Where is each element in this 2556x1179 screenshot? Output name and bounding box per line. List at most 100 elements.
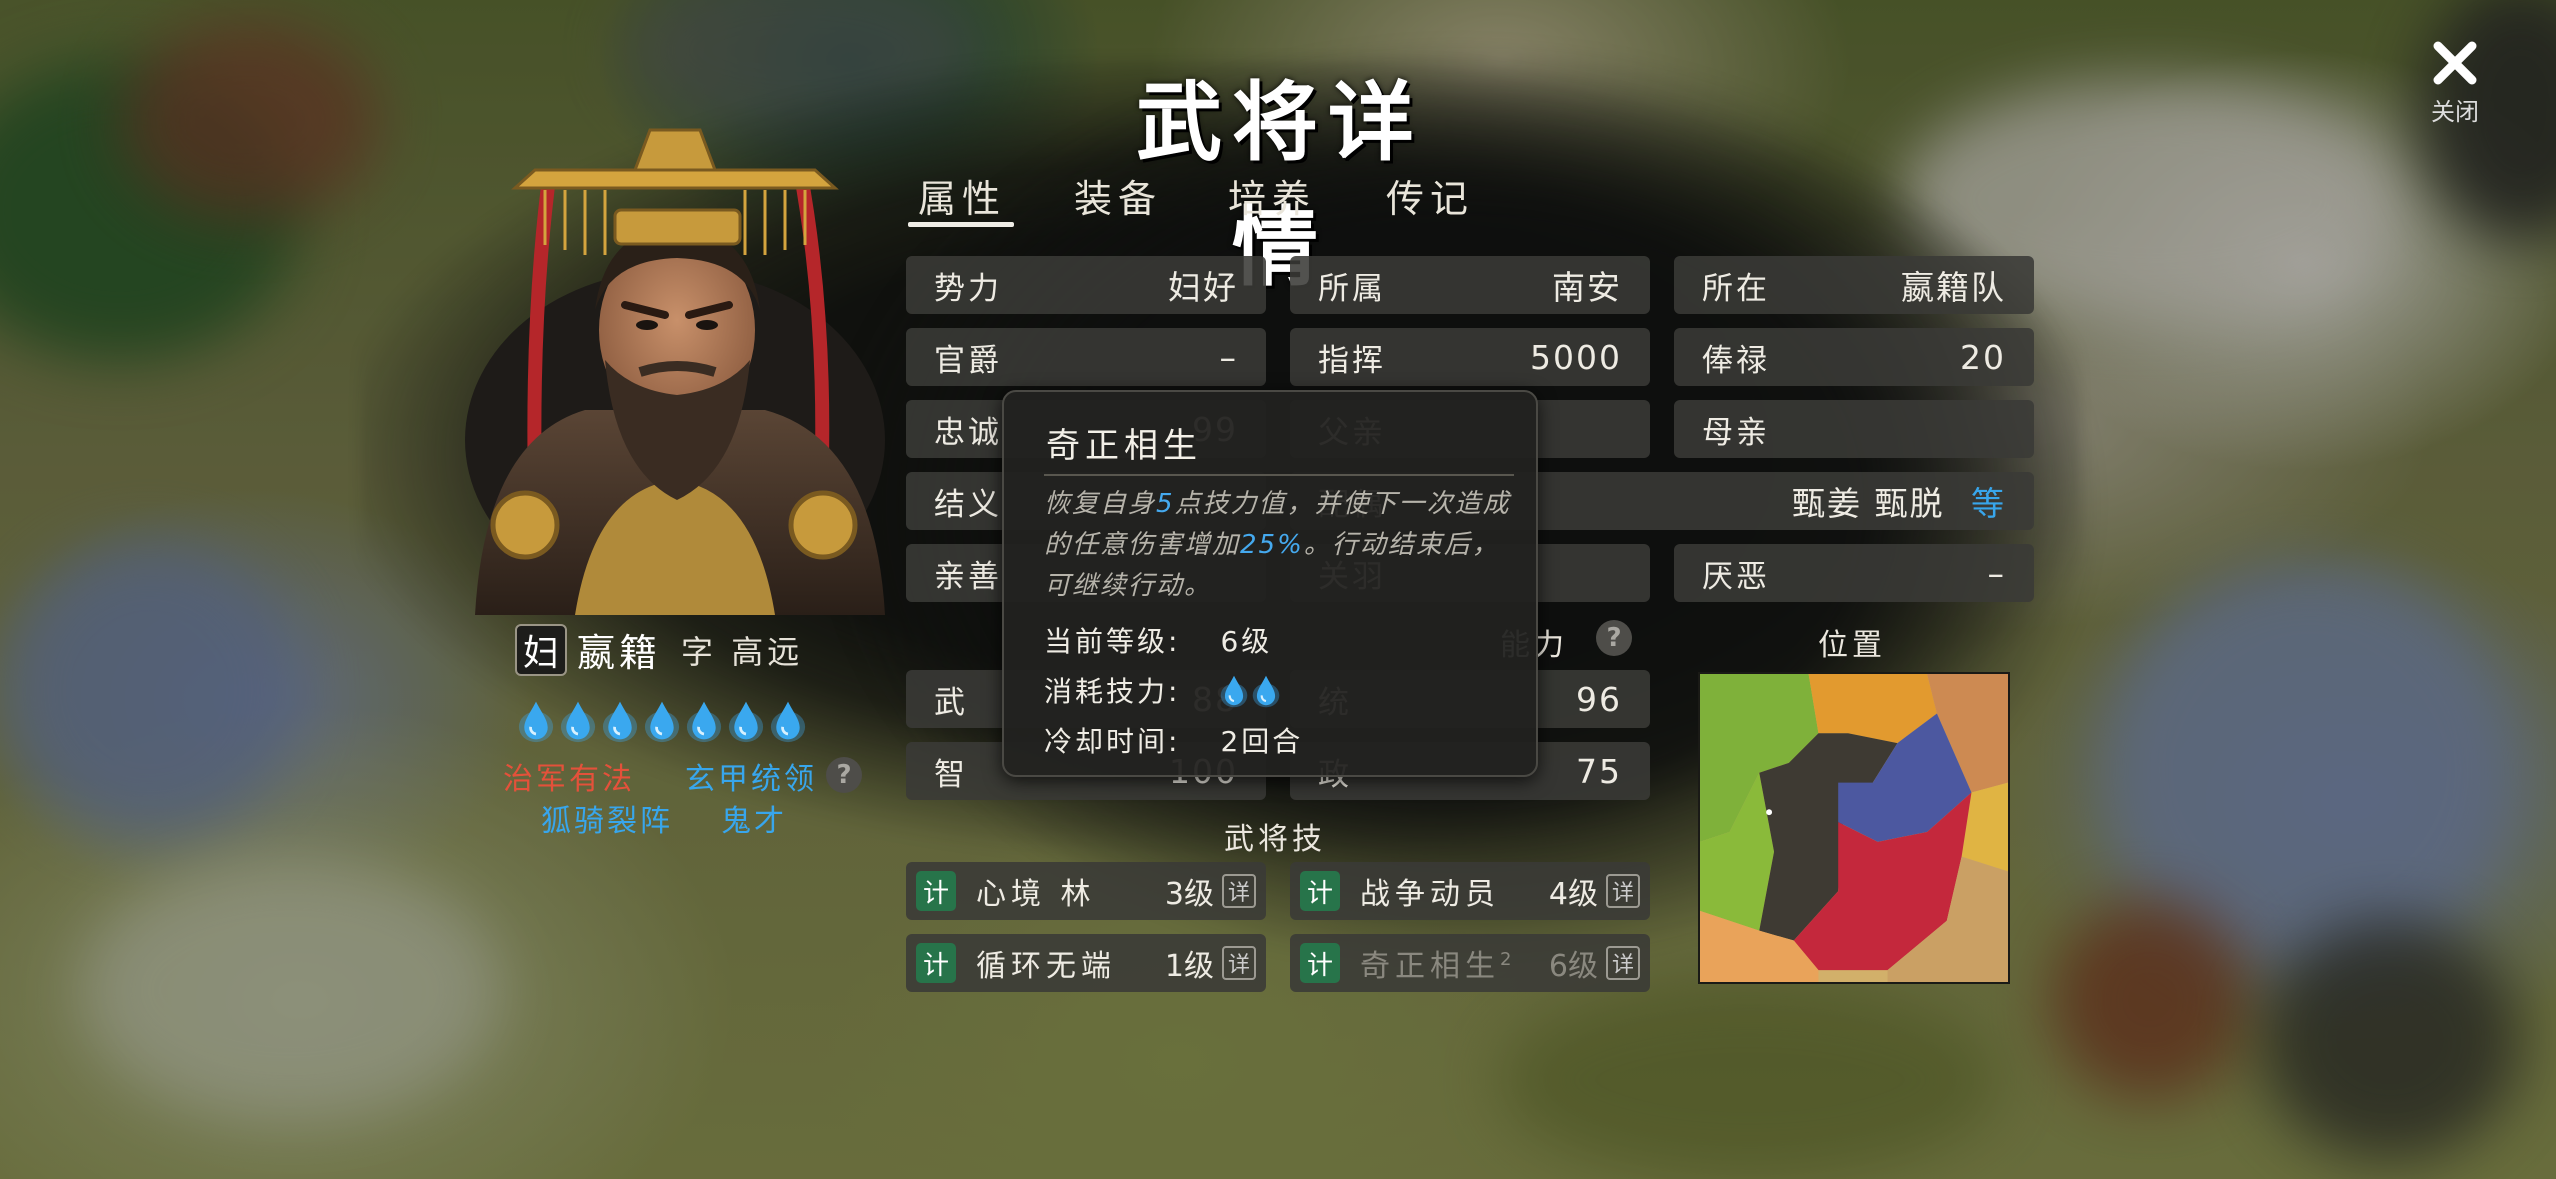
spouse-more-link[interactable]: 等 xyxy=(1971,484,2006,523)
skill-level: 3级 xyxy=(1164,877,1214,912)
tooltip-cooldown-value: 2回合 xyxy=(1220,725,1304,758)
skills-section-label: 武将技 xyxy=(1224,822,1326,857)
skill-type-badge: 计 xyxy=(1300,943,1340,983)
stat-tong-value: 96 xyxy=(1576,679,1622,719)
skill-xunhuan[interactable]: 计 循环无端 1级 详 xyxy=(906,934,1266,992)
tooltip-level-value: 6级 xyxy=(1220,625,1273,658)
spouse-names: 甄姜 甄脱 xyxy=(1792,484,1945,523)
skill-point-drop-icon xyxy=(644,701,680,743)
skill-point-drop-icon xyxy=(686,701,722,743)
tooltip-cost-drops xyxy=(1220,673,1280,708)
trait-xuanjia[interactable]: 玄甲统领 xyxy=(685,754,817,798)
info-location: 所在 嬴籍队 xyxy=(1674,256,2034,314)
skill-point-drop-icon xyxy=(728,701,764,743)
skill-detail-button[interactable]: 详 xyxy=(1222,874,1256,908)
skill-qizheng[interactable]: 计 奇正相生2 6级 详 xyxy=(1290,934,1650,992)
info-belongs-value: 南安 xyxy=(1552,268,1622,307)
skill-type-badge: 计 xyxy=(916,943,956,983)
tooltip-cooldown-label: 冷却时间: xyxy=(1044,725,1181,758)
faction-badge: 妇 xyxy=(515,623,567,676)
info-belongs: 所属 南安 xyxy=(1290,256,1650,314)
info-mother-label: 母亲 xyxy=(1702,414,1770,451)
tooltip-desc-highlight2: 25% xyxy=(1240,530,1304,560)
tooltip-cost-label: 消耗技力: xyxy=(1044,675,1181,708)
info-dislike-value: – xyxy=(1987,553,2006,593)
skill-point-drop-icon xyxy=(518,701,554,743)
stat-zhi-label: 智 xyxy=(934,756,968,793)
close-icon xyxy=(2433,41,2477,85)
info-location-value: 嬴籍队 xyxy=(1901,268,2006,307)
hero-portrait xyxy=(465,128,885,615)
tab-attributes[interactable]: 属性 xyxy=(918,168,1006,223)
skill-detail-button[interactable]: 详 xyxy=(1606,874,1640,908)
stats-help-icon[interactable]: ? xyxy=(1596,620,1632,656)
skill-name: 战争动员 xyxy=(1360,877,1500,912)
tooltip-level-row: 当前等级: 6级 xyxy=(1044,620,1272,660)
info-rank-label: 官爵 xyxy=(934,342,1002,379)
skill-level: 1级 xyxy=(1164,949,1214,984)
skill-point-drop-icon xyxy=(1253,675,1280,707)
tooltip-description: 恢复自身5点技力值，并使下一次造成的任意伤害增加25%。行动结束后，可继续行动。 xyxy=(1044,484,1514,607)
position-minimap[interactable] xyxy=(1698,672,2010,984)
close-label: 关闭 xyxy=(2431,98,2479,126)
stat-zheng-value: 75 xyxy=(1576,751,1622,791)
skill-point-drop-icon xyxy=(1221,675,1248,707)
skill-xinjing[interactable]: 计 心境 林 3级 详 xyxy=(906,862,1266,920)
tab-training[interactable]: 培养 xyxy=(1228,168,1316,223)
info-command-label: 指挥 xyxy=(1318,342,1386,379)
trait-huqi[interactable]: 狐骑裂阵 xyxy=(541,796,673,840)
skill-level: 6级 xyxy=(1548,949,1598,984)
skill-name: 奇正相生2 xyxy=(1360,941,1516,985)
info-salary-label: 俸禄 xyxy=(1702,342,1770,379)
skill-point-drop-icon xyxy=(602,701,638,743)
info-location-label: 所在 xyxy=(1702,270,1770,307)
skill-point-drop-icon xyxy=(770,701,806,743)
skill-tooltip: 奇正相生 恢复自身5点技力值，并使下一次造成的任意伤害增加25%。行动结束后，可… xyxy=(1002,390,1538,777)
position-label: 位置 xyxy=(1818,628,1886,663)
info-faction: 势力 妇好 xyxy=(906,256,1266,314)
tab-biography[interactable]: 传记 xyxy=(1386,168,1474,223)
info-mother: 母亲 xyxy=(1674,400,2034,458)
skill-type-badge: 计 xyxy=(1300,871,1340,911)
traits-help-icon[interactable]: ? xyxy=(826,757,862,793)
skill-points-row xyxy=(518,698,806,743)
info-spouse-value: 甄姜 甄脱 等 xyxy=(1792,477,2006,525)
skill-detail-button[interactable]: 详 xyxy=(1606,946,1640,980)
info-faction-value: 妇好 xyxy=(1168,268,1238,307)
skill-point-drop-icon xyxy=(560,701,596,743)
tooltip-title: 奇正相生 xyxy=(1046,426,1202,466)
info-rank-value: – xyxy=(1219,337,1238,377)
tooltip-desc-highlight1: 5 xyxy=(1156,489,1175,519)
skill-detail-button[interactable]: 详 xyxy=(1222,946,1256,980)
trait-guicai[interactable]: 鬼才 xyxy=(721,796,787,840)
tab-equipment[interactable]: 装备 xyxy=(1074,168,1162,223)
skill-superscript: 2 xyxy=(1500,949,1517,970)
info-dislike-label: 厌恶 xyxy=(1702,558,1770,595)
info-sworn-label: 结义 xyxy=(934,486,1002,523)
hero-name: 嬴籍 xyxy=(577,631,662,675)
info-salary: 俸禄 20 xyxy=(1674,328,2034,386)
tooltip-cooldown-row: 冷却时间: 2回合 xyxy=(1044,720,1303,760)
tooltip-level-label: 当前等级: xyxy=(1044,625,1181,658)
info-belongs-label: 所属 xyxy=(1318,270,1386,307)
tooltip-cost-row: 消耗技力: xyxy=(1044,670,1280,710)
info-dislike: 厌恶 – xyxy=(1674,544,2034,602)
info-command: 指挥 5000 xyxy=(1290,328,1650,386)
skill-type-badge: 计 xyxy=(916,871,956,911)
tooltip-desc-part1: 恢复自身 xyxy=(1044,489,1157,519)
info-command-value: 5000 xyxy=(1530,337,1622,377)
skill-zhanzheng[interactable]: 计 战争动员 4级 详 xyxy=(1290,862,1650,920)
info-loyalty-label: 忠诚 xyxy=(934,414,1002,451)
info-salary-value: 20 xyxy=(1960,337,2006,377)
skill-name: 循环无端 xyxy=(976,949,1116,984)
info-friendly-label: 亲善 xyxy=(934,558,1002,595)
skill-level: 4级 xyxy=(1548,877,1598,912)
tooltip-divider xyxy=(1044,474,1514,476)
close-button[interactable]: 关闭 xyxy=(2395,0,2515,180)
skill-name-text: 奇正相生 xyxy=(1360,949,1500,984)
active-tab-indicator xyxy=(908,222,1014,227)
hero-name-row: 妇 嬴籍 字 高远 xyxy=(515,622,803,677)
trait-zhijun[interactable]: 治军有法 xyxy=(503,754,635,798)
hero-courtesy-name: 字 高远 xyxy=(681,632,804,671)
info-faction-label: 势力 xyxy=(934,270,1002,307)
